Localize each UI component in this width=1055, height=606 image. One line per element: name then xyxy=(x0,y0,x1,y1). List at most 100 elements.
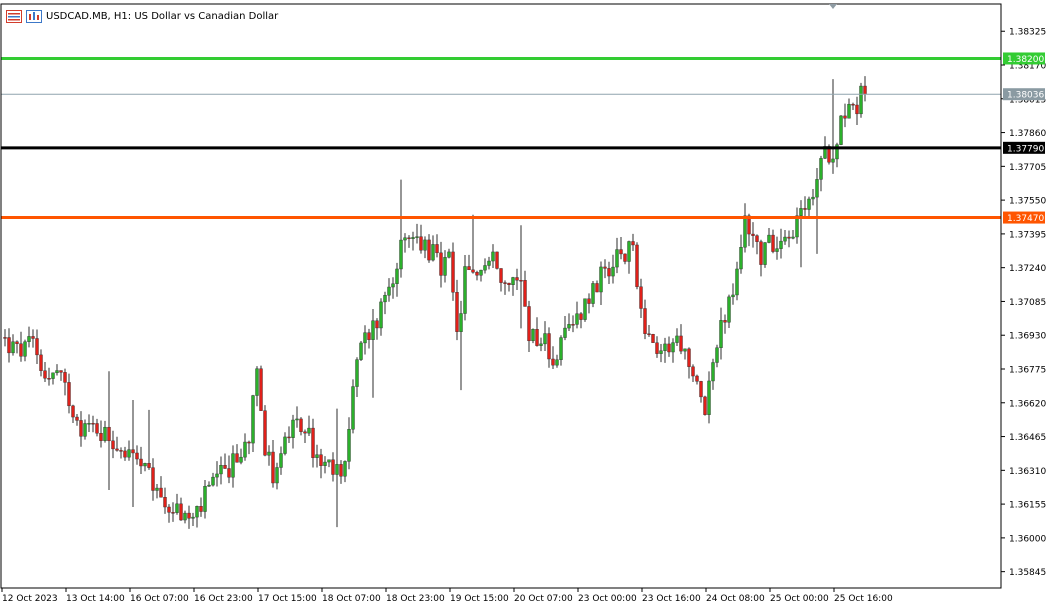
candle-bull xyxy=(295,418,299,421)
candle-bull xyxy=(567,324,571,329)
candle-bear xyxy=(43,370,47,379)
candle-bear xyxy=(619,249,623,255)
candle-bull xyxy=(291,419,295,438)
candle-bull xyxy=(779,240,783,249)
candle-bear xyxy=(439,252,443,276)
x-tick-label: 18 Oct 23:00 xyxy=(386,594,445,604)
candle-bull xyxy=(731,294,735,298)
candle-bull xyxy=(55,370,59,374)
chart-type-icon[interactable] xyxy=(26,9,42,23)
candle-bear xyxy=(19,343,23,357)
candle-bull xyxy=(363,332,367,344)
candle-bear xyxy=(35,338,39,356)
candle-bull xyxy=(791,236,795,239)
candle-bear xyxy=(703,396,707,415)
candle-bear xyxy=(455,292,459,332)
candle-bull xyxy=(839,115,843,145)
candle-bear xyxy=(851,103,855,106)
x-tick-label: 16 Oct 07:00 xyxy=(130,594,189,604)
candle-bull xyxy=(819,158,823,180)
candle-bear xyxy=(755,235,759,242)
y-tick-label: 1.38325 xyxy=(1009,28,1046,38)
candle-bull xyxy=(539,343,543,346)
candle-bull xyxy=(351,386,355,430)
candle-bull xyxy=(315,454,319,458)
candle-bear xyxy=(79,420,83,437)
candle-bear xyxy=(551,358,555,366)
candle-bull xyxy=(307,427,311,434)
candle-bear xyxy=(527,306,531,342)
candle-bull xyxy=(275,467,279,484)
candle-bull xyxy=(491,251,495,262)
candle-bear xyxy=(579,313,583,320)
candle-bear xyxy=(435,244,439,254)
candle-bull xyxy=(611,266,615,277)
candle-bull xyxy=(627,241,631,262)
candle-bull xyxy=(411,237,415,239)
candle-bull xyxy=(347,429,351,462)
y-tick-label: 1.37705 xyxy=(1009,163,1046,173)
level-black-label: 1.37790 xyxy=(1007,144,1044,154)
candle-bull xyxy=(479,269,483,276)
candle-bull xyxy=(531,329,535,342)
candle-bear xyxy=(299,418,303,432)
candle-bull xyxy=(231,453,235,478)
candle-bear xyxy=(623,253,627,262)
chart-area[interactable]: 1.383251.381701.380151.378601.377051.375… xyxy=(0,0,1055,606)
candle-bear xyxy=(607,268,611,277)
candle-bear xyxy=(115,448,119,451)
candle-bear xyxy=(639,286,643,309)
candle-bull xyxy=(559,337,563,360)
candle-bear xyxy=(259,368,263,411)
candle-bear xyxy=(119,450,123,452)
candle-bull xyxy=(243,441,247,458)
candle-bear xyxy=(427,239,431,261)
candle-bull xyxy=(447,251,451,258)
candle-bull xyxy=(355,359,359,387)
candle-bull xyxy=(591,283,595,304)
candle-bull xyxy=(683,348,687,352)
candle-bull xyxy=(395,268,399,284)
candle-bull xyxy=(511,277,515,286)
candle-bull xyxy=(155,487,159,491)
y-tick-label: 1.36310 xyxy=(1009,467,1046,477)
window-list-icon[interactable] xyxy=(6,9,22,23)
candle-bull xyxy=(463,266,467,314)
y-tick-label: 1.37860 xyxy=(1009,129,1046,139)
candle-bull xyxy=(483,265,487,271)
candle-bear xyxy=(603,266,607,269)
x-tick-label: 13 Oct 14:00 xyxy=(66,594,125,604)
candle-bull xyxy=(831,158,835,163)
level-orange-label: 1.37470 xyxy=(1007,214,1044,224)
candle-bear xyxy=(147,463,151,468)
candle-bear xyxy=(75,416,79,421)
y-tick-label: 1.36775 xyxy=(1009,366,1046,376)
candle-bear xyxy=(167,506,171,513)
candle-bear xyxy=(199,506,203,512)
level-green-label: 1.38200 xyxy=(1007,55,1044,65)
candle-bear xyxy=(515,277,519,281)
candle-bull xyxy=(371,320,375,340)
candle-bull xyxy=(183,512,187,521)
candle-bull xyxy=(763,242,767,265)
candle-bear xyxy=(71,405,75,418)
candle-bear xyxy=(3,337,7,339)
x-tick-label: 17 Oct 15:00 xyxy=(258,594,317,604)
candle-bull xyxy=(707,380,711,415)
candle-bear xyxy=(679,335,683,352)
candle-bull xyxy=(391,283,395,288)
candle-bull xyxy=(431,244,435,261)
candle-bull xyxy=(103,426,107,441)
candle-bear xyxy=(311,427,315,458)
y-tick-label: 1.36155 xyxy=(1009,501,1046,511)
candle-bear xyxy=(535,329,539,346)
candle-bear xyxy=(419,236,423,251)
candle-bear xyxy=(771,234,775,252)
candle-bear xyxy=(367,332,371,340)
candle-bear xyxy=(47,378,51,380)
candle-bull xyxy=(207,484,211,487)
candle-bear xyxy=(7,337,11,354)
candle-bear xyxy=(471,269,475,273)
candle-bull xyxy=(715,347,719,363)
candle-bear xyxy=(131,449,135,454)
